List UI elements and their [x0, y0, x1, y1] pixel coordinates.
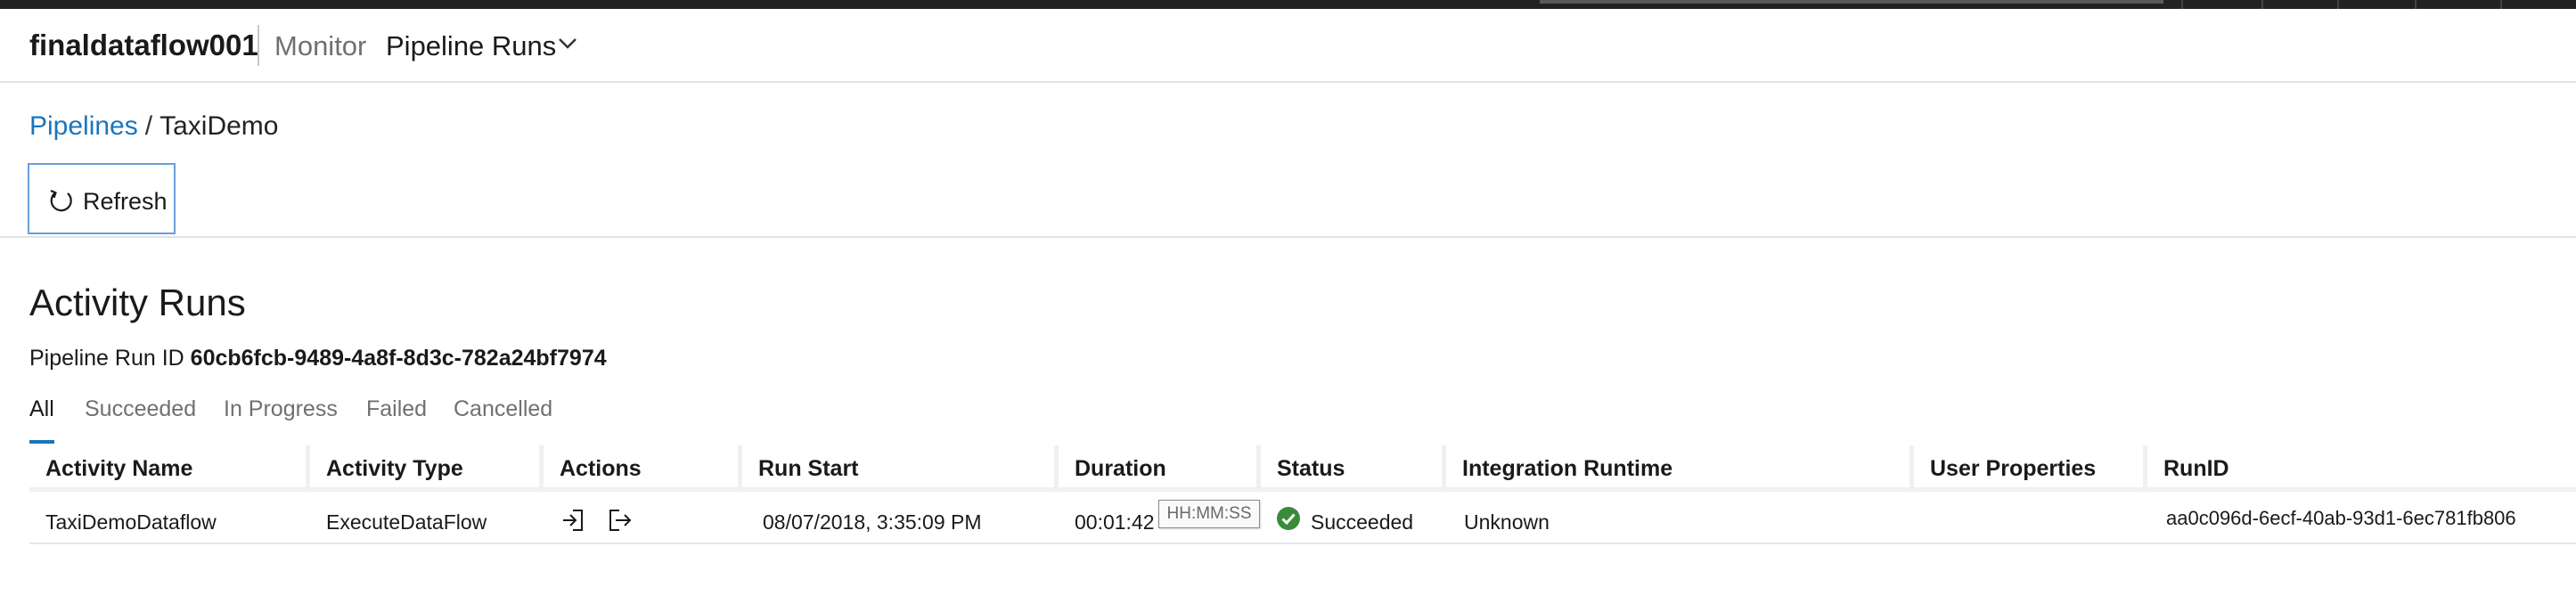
chevron-down-icon[interactable]: [558, 37, 577, 50]
top-bar-divider: [2181, 0, 2183, 9]
refresh-label: Refresh: [83, 188, 168, 215]
tab-succeeded[interactable]: Succeeded: [85, 396, 196, 422]
app-header: finaldataflow001 Monitor Pipeline Runs: [0, 9, 2576, 83]
column-header-activity-name[interactable]: Activity Name: [29, 445, 306, 492]
breadcrumb-pipelines-link[interactable]: Pipelines: [29, 111, 138, 141]
top-bar-divider: [2415, 0, 2417, 9]
activity-type-cell: ExecuteDataFlow: [326, 510, 487, 534]
section-label: Monitor: [274, 30, 367, 61]
top-bar: [0, 0, 2576, 9]
pipeline-run-id: Pipeline Run ID 60cb6fcb-9489-4a8f-8d3c-…: [29, 346, 607, 371]
run-id-value: 60cb6fcb-9489-4a8f-8d3c-782a24bf7974: [190, 346, 607, 371]
table-header: Activity Name Activity Type Actions Run …: [29, 445, 2576, 492]
duration-cell: 00:01:42: [1075, 510, 1155, 534]
check-circle-icon: [1277, 507, 1300, 530]
refresh-button[interactable]: Refresh: [28, 163, 176, 234]
duration-format-tooltip: HH:MM:SS: [1158, 500, 1260, 528]
active-tab-indicator: [29, 440, 54, 444]
page-title: Activity Runs: [29, 282, 246, 323]
top-bar-divider: [2261, 0, 2263, 9]
column-header-actions[interactable]: Actions: [544, 445, 738, 492]
column-header-duration[interactable]: Duration: [1059, 445, 1256, 492]
column-header-status[interactable]: Status: [1261, 445, 1442, 492]
integration-runtime-cell: Unknown: [1464, 510, 1550, 534]
column-header-run-start[interactable]: Run Start: [742, 445, 1054, 492]
column-header-integration-runtime[interactable]: Integration Runtime: [1446, 445, 1910, 492]
top-bar-divider: [2500, 0, 2502, 9]
view-selector[interactable]: Pipeline Runs: [386, 30, 556, 62]
breadcrumb: Pipelines / TaxiDemo: [29, 111, 278, 142]
toolbar-divider: [0, 236, 2576, 238]
top-bar-search-strip: [1540, 0, 2163, 4]
breadcrumb-current: TaxiDemo: [159, 111, 279, 141]
top-bar-divider: [2337, 0, 2339, 9]
header-separator: [258, 25, 259, 66]
status-cell: Succeeded: [1311, 510, 1414, 534]
tab-all[interactable]: All: [29, 396, 54, 422]
refresh-icon: [50, 189, 72, 212]
activity-name-cell: TaxiDemoDataflow: [45, 510, 217, 534]
tab-in-progress[interactable]: In Progress: [224, 396, 338, 422]
tab-cancelled[interactable]: Cancelled: [454, 396, 552, 422]
run-start-cell: 08/07/2018, 3:35:09 PM: [763, 510, 982, 534]
breadcrumb-separator: /: [144, 111, 153, 141]
factory-name: finaldataflow001: [29, 29, 258, 61]
column-header-run-id[interactable]: RunID: [2147, 445, 2576, 492]
output-icon[interactable]: [607, 509, 634, 532]
run-id-cell: aa0c096d-6ecf-40ab-93d1-6ec781fb806: [2166, 507, 2516, 529]
column-header-user-properties[interactable]: User Properties: [1914, 445, 2143, 492]
input-icon[interactable]: [560, 509, 585, 532]
run-id-label: Pipeline Run ID: [29, 346, 184, 371]
tab-failed[interactable]: Failed: [366, 396, 427, 422]
table-row[interactable]: TaxiDemoDataflow ExecuteDataFlow 08/07/2…: [29, 494, 2576, 544]
column-header-activity-type[interactable]: Activity Type: [310, 445, 539, 492]
